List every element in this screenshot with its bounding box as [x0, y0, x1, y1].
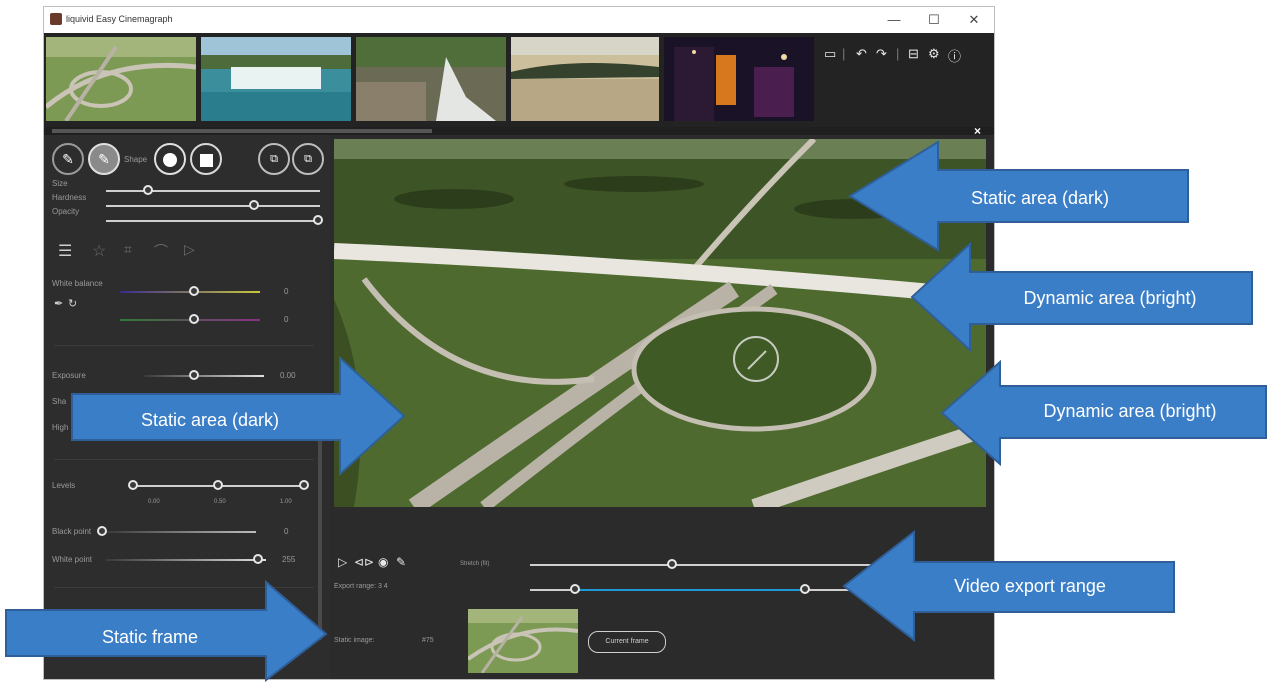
annotation-dynamic-1: Dynamic area (bright): [1023, 288, 1197, 308]
star-icon[interactable]: ☆: [92, 241, 106, 261]
annotation-dynamic-2: Dynamic area (bright): [1043, 401, 1217, 421]
black-point-value: 0: [284, 527, 289, 536]
static-frame-number: #75: [422, 637, 434, 644]
black-point-slider[interactable]: [106, 531, 256, 533]
square-shape-button[interactable]: [190, 143, 222, 175]
thumbnail-scroll-thumb[interactable]: [52, 129, 432, 133]
redo-icon[interactable]: ↷: [876, 46, 887, 62]
loop-icon[interactable]: ⊲⊳: [354, 555, 374, 569]
close-button[interactable]: ✕: [960, 10, 988, 30]
brush-small-icon[interactable]: ✎: [396, 555, 406, 569]
speed-label: Stretch (fit): [460, 561, 490, 567]
white-balance-label: White balance: [52, 279, 103, 288]
hardness-slider[interactable]: [106, 205, 320, 207]
highlights-label: High: [52, 423, 69, 432]
size-slider[interactable]: [106, 190, 320, 192]
info-icon[interactable]: ⓘ: [948, 46, 961, 65]
size-label: Size: [52, 179, 68, 188]
levels-mid-knob[interactable]: [213, 480, 223, 490]
annotation-export-range: Video export range: [954, 576, 1106, 596]
opacity-slider[interactable]: [106, 220, 320, 222]
tint-value: 0: [284, 315, 289, 324]
export-range-end-knob[interactable]: [800, 584, 810, 594]
clip-thumbnail-stream[interactable]: [356, 37, 506, 121]
clip-thumbnail-bar[interactable]: [664, 37, 814, 121]
size-slider-knob[interactable]: [143, 185, 153, 195]
reset-icon[interactable]: ↻: [68, 297, 77, 310]
paste-mask-icon[interactable]: ⧉: [292, 143, 324, 175]
black-point-label: Black point: [52, 527, 92, 536]
tint-slider-knob[interactable]: [189, 314, 199, 324]
brush-tool-button[interactable]: ✎: [52, 143, 84, 175]
levels-value-mid: 0.50: [214, 499, 226, 505]
static-frame-thumbnail[interactable]: [468, 609, 578, 673]
folder-icon[interactable]: ▭: [824, 46, 836, 62]
levels-white-knob[interactable]: [299, 480, 309, 490]
close-strip-icon[interactable]: ×: [974, 124, 981, 138]
temperature-slider-knob[interactable]: [189, 286, 199, 296]
copy-mask-icon[interactable]: ⧉: [258, 143, 290, 175]
black-point-knob[interactable]: [97, 526, 107, 536]
play-icon[interactable]: ▷: [338, 555, 347, 569]
tag-icon[interactable]: ▷: [184, 241, 195, 258]
white-point-knob[interactable]: [253, 554, 263, 564]
annotation-static-left: Static area (dark): [140, 410, 280, 430]
export-range-selection[interactable]: [580, 589, 808, 591]
separator: |: [842, 46, 846, 61]
levels-black-knob[interactable]: [128, 480, 138, 490]
white-point-label: White point: [52, 555, 93, 564]
eraser-tool-button[interactable]: ✎: [88, 143, 120, 175]
temperature-value: 0: [284, 287, 289, 296]
eyedropper-icon[interactable]: ✒: [54, 297, 63, 310]
levels-value-high: 1.00: [280, 499, 292, 505]
eye-icon[interactable]: ◉: [378, 555, 388, 569]
export-range-start-knob[interactable]: [570, 584, 580, 594]
white-point-value: 255: [282, 555, 296, 564]
opacity-slider-knob[interactable]: [313, 215, 323, 225]
hardness-slider-knob[interactable]: [249, 200, 259, 210]
static-image-label: Static image:: [334, 637, 375, 644]
clip-thumbnail-strip: ▭ | ↶ ↷ | ⊟ ⚙ ⓘ: [44, 33, 994, 127]
clip-thumbnail-lake[interactable]: [511, 37, 659, 121]
window-title: liquivid Easy Cinemagraph: [66, 14, 173, 24]
curve-icon[interactable]: ⌒: [154, 241, 168, 261]
shape-label: Shape: [124, 155, 148, 164]
annotation-static-frame: Static frame: [101, 627, 199, 647]
annotation-static-top: Static area (dark): [970, 188, 1110, 208]
speed-slider-knob[interactable]: [667, 559, 677, 569]
export-icon[interactable]: ⊟: [908, 46, 919, 62]
round-shape-button[interactable]: [154, 143, 186, 175]
clip-thumbnail-waterfall[interactable]: [201, 37, 351, 121]
white-point-slider[interactable]: [106, 559, 266, 561]
maximize-button[interactable]: ☐: [920, 10, 948, 30]
current-frame-button[interactable]: Current frame: [588, 631, 666, 653]
shadows-label: Sha: [52, 397, 67, 406]
speed-slider[interactable]: [530, 564, 880, 566]
settings-icon[interactable]: ⚙: [928, 46, 940, 62]
minimize-button[interactable]: —: [880, 10, 908, 30]
divider: [54, 345, 314, 346]
undo-icon[interactable]: ↶: [856, 46, 867, 62]
app-logo-icon: [50, 13, 62, 25]
crop-icon[interactable]: ⌗: [124, 241, 132, 258]
adjustments-icon[interactable]: ☰: [58, 241, 72, 261]
clip-thumbnail-highway[interactable]: [46, 37, 196, 121]
opacity-label: Opacity: [52, 207, 80, 216]
export-range-label: Export range: 3 4: [334, 583, 388, 590]
hardness-label: Hardness: [52, 193, 87, 202]
separator: |: [896, 46, 900, 61]
title-bar: liquivid Easy Cinemagraph — ☐ ✕: [44, 7, 994, 33]
levels-value-low: 0.00: [148, 499, 160, 505]
levels-label: Levels: [52, 481, 76, 490]
